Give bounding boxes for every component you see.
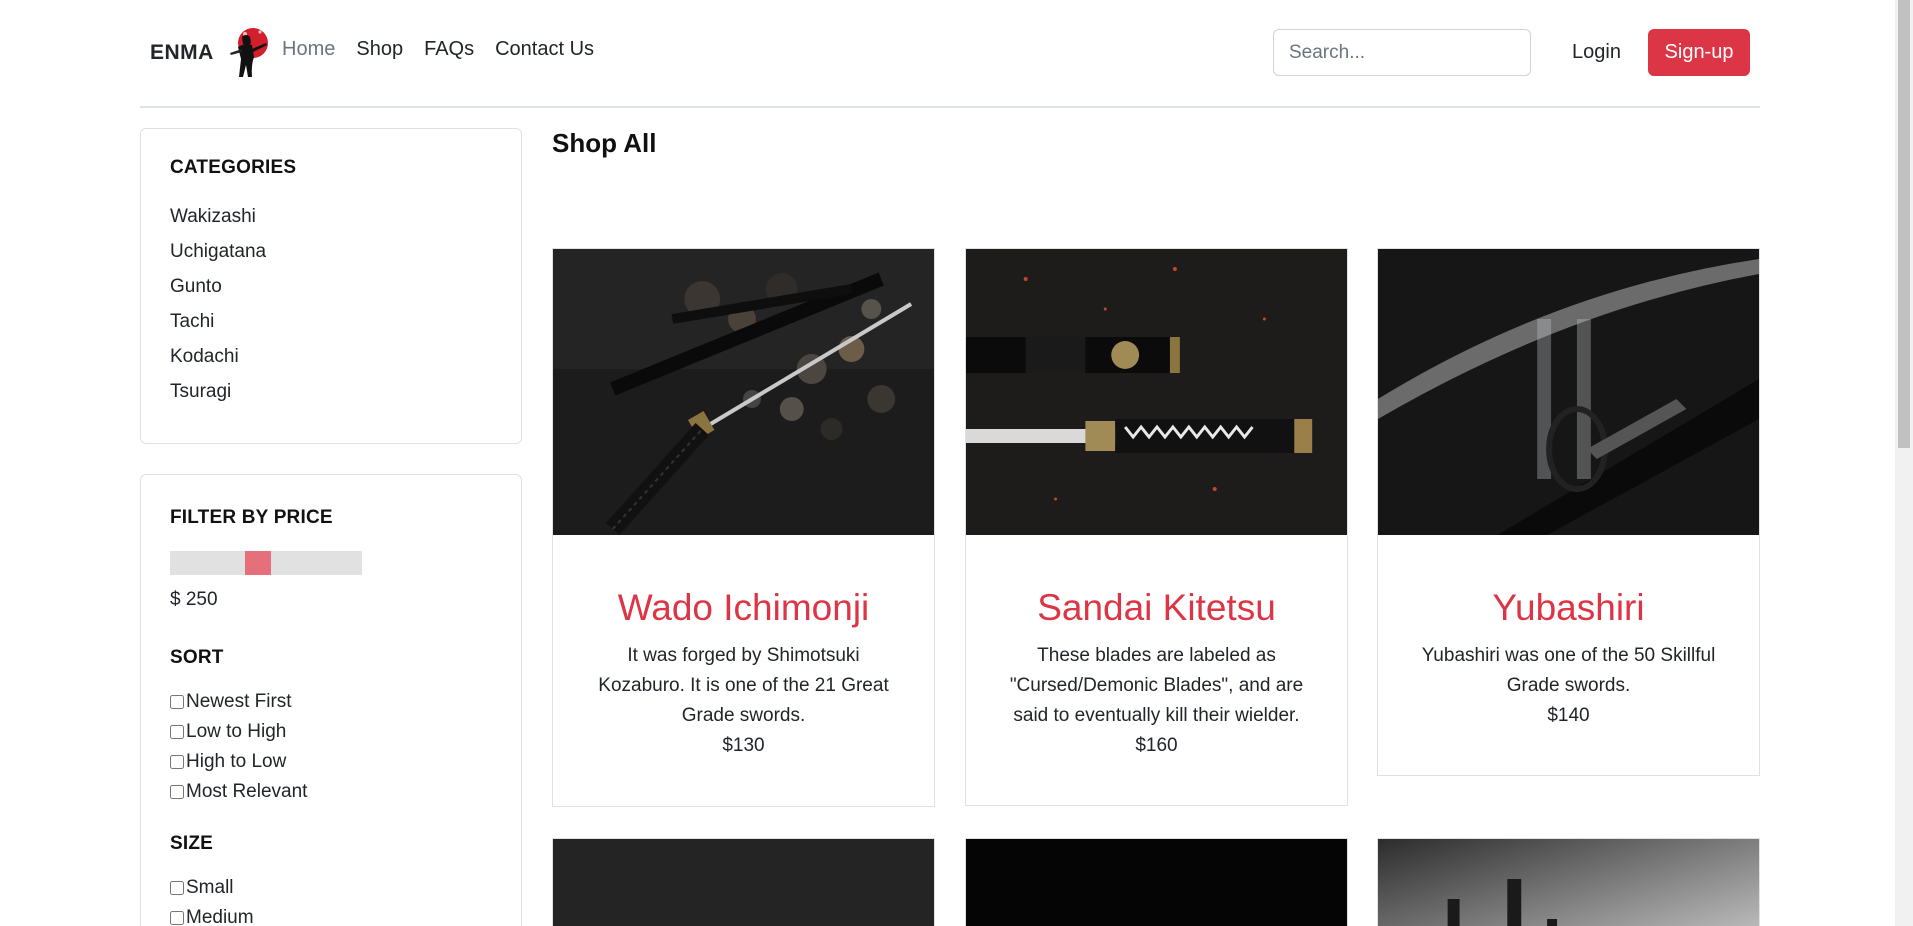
product-card[interactable]: [1377, 838, 1760, 926]
filter-price-title: FILTER BY PRICE: [170, 507, 333, 528]
category-item-uchigatana[interactable]: Uchigatana: [170, 234, 492, 269]
product-name[interactable]: Wado Ichimonji: [553, 587, 934, 629]
product-name[interactable]: Sandai Kitetsu: [966, 587, 1347, 629]
nav-home-link[interactable]: Home: [282, 38, 335, 61]
sort-newest-label: Newest First: [186, 691, 292, 712]
category-item-wakizashi[interactable]: Wakizashi: [170, 199, 492, 234]
size-title: SIZE: [170, 833, 214, 854]
product-price: $160: [1135, 735, 1178, 756]
page-scrollbar[interactable]: [1895, 0, 1913, 926]
price-slider[interactable]: [170, 551, 362, 575]
sort-low-high-label: Low to High: [186, 721, 287, 742]
product-image: [553, 839, 934, 926]
category-list: Wakizashi Uchigatana Gunto Tachi Kodachi…: [170, 199, 492, 409]
product-card[interactable]: [965, 838, 1348, 926]
login-button[interactable]: Login: [1556, 29, 1637, 76]
brand-name: ENMA: [150, 41, 214, 64]
nav-faqs-link[interactable]: FAQs: [424, 38, 474, 61]
product-description: Yubashiri was one of the 50 Skillful Gra…: [1421, 645, 1716, 696]
product-card[interactable]: [552, 838, 935, 926]
size-medium-checkbox[interactable]: [170, 911, 184, 925]
nav-shop-link[interactable]: Shop: [356, 38, 403, 61]
sort-relevant-checkbox[interactable]: [170, 785, 184, 799]
price-slider-thumb[interactable]: [245, 551, 271, 575]
sort-option-low-high: Low to High: [170, 717, 492, 747]
size-option-small: Small: [170, 873, 492, 903]
size-medium-label: Medium: [186, 907, 254, 926]
product-price: $140: [1547, 705, 1590, 726]
category-item-tsuragi[interactable]: Tsuragi: [170, 374, 492, 409]
size-small-label: Small: [186, 877, 234, 898]
product-image: [966, 839, 1347, 926]
product-image-wado-ichimonji: [553, 249, 934, 535]
category-item-gunto[interactable]: Gunto: [170, 269, 492, 304]
sort-options: Newest First Low to High High to Low Mos…: [170, 687, 492, 807]
sort-option-high-low: High to Low: [170, 747, 492, 777]
category-item-kodachi[interactable]: Kodachi: [170, 339, 492, 374]
main-nav: Home Shop FAQs Contact Us: [282, 38, 615, 61]
size-small-checkbox[interactable]: [170, 881, 184, 895]
sort-high-low-label: High to Low: [186, 751, 287, 772]
sort-newest-checkbox[interactable]: [170, 695, 184, 709]
product-price: $130: [722, 735, 765, 756]
categories-panel: CATEGORIES Wakizashi Uchigatana Gunto Ta…: [140, 128, 522, 444]
nav-contact-link[interactable]: Contact Us: [495, 38, 594, 61]
sort-low-high-checkbox[interactable]: [170, 725, 184, 739]
filter-panel: FILTER BY PRICE $ 250 SORT Newest First …: [140, 474, 522, 926]
sort-option-newest: Newest First: [170, 687, 492, 717]
product-image-sandai-kitetsu: [966, 249, 1347, 535]
price-value: $ 250: [170, 589, 218, 610]
search-input[interactable]: [1273, 29, 1531, 76]
signup-button[interactable]: Sign-up: [1648, 29, 1750, 76]
product-card-yubashiri[interactable]: Yubashiri Yubashiri was one of the 50 Sk…: [1377, 248, 1760, 776]
brand[interactable]: ENMA: [150, 22, 270, 84]
navbar: ENMA Home Shop FAQs Contact Us Login Sig…: [140, 0, 1760, 108]
sort-high-low-checkbox[interactable]: [170, 755, 184, 769]
size-option-medium: Medium: [170, 903, 492, 926]
samurai-logo-icon: [229, 28, 268, 77]
product-name[interactable]: Yubashiri: [1378, 587, 1759, 629]
sort-option-relevant: Most Relevant: [170, 777, 492, 807]
page-title: Shop All: [552, 128, 657, 158]
product-image: [1378, 839, 1759, 926]
product-card-sandai-kitetsu[interactable]: Sandai Kitetsu These blades are labeled …: [965, 248, 1348, 806]
scrollbar-thumb[interactable]: [1898, 0, 1910, 448]
product-description: It was forged by Shimotsuki Kozaburo. It…: [598, 645, 889, 726]
size-options: Small Medium: [170, 873, 492, 926]
product-description: These blades are labeled as "Cursed/Demo…: [1009, 645, 1304, 726]
product-card-wado-ichimonji[interactable]: Wado Ichimonji It was forged by Shimotsu…: [552, 248, 935, 807]
sort-relevant-label: Most Relevant: [186, 781, 308, 802]
sort-title: SORT: [170, 647, 224, 668]
category-item-tachi[interactable]: Tachi: [170, 304, 492, 339]
product-image-yubashiri: [1378, 249, 1759, 535]
categories-title: CATEGORIES: [170, 157, 297, 178]
